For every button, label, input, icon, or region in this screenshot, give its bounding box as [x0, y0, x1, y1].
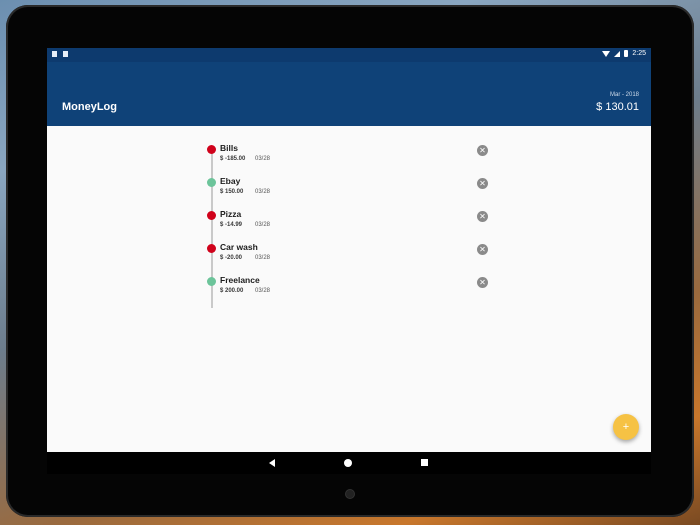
app-screen: 2:25 MoneyLog Mar - 2018 $ 130.01 Bills … [47, 48, 651, 474]
transaction-amount: $ -20.00 [220, 255, 243, 261]
sd-card-icon [52, 51, 57, 57]
app-bar: MoneyLog Mar - 2018 $ 130.01 [47, 62, 651, 126]
remove-icon[interactable]: ✕ [477, 277, 488, 288]
transaction-item[interactable]: Ebay $ 150.00 03/28 ✕ [205, 173, 495, 206]
transaction-name: Bills [220, 143, 238, 153]
month-label: Mar - 2018 [609, 92, 639, 98]
transaction-date: 03/28 [255, 255, 271, 261]
front-camera-icon [346, 490, 354, 498]
battery-icon [624, 50, 629, 57]
transaction-date: 03/28 [255, 189, 271, 195]
back-icon[interactable] [269, 459, 275, 467]
signal-icon [614, 50, 621, 57]
remove-icon[interactable]: ✕ [477, 244, 488, 255]
transaction-amount: $ 200.00 [220, 288, 244, 294]
transaction-date: 03/28 [255, 288, 271, 294]
transaction-name: Ebay [220, 176, 241, 186]
notification-icon [63, 51, 68, 57]
notification-icons [52, 51, 68, 57]
transaction-name: Pizza [220, 209, 242, 219]
transaction-item[interactable]: Freelance $ 200.00 03/28 ✕ [205, 272, 495, 305]
plus-icon: + [622, 421, 630, 433]
transaction-amount: $ -14.99 [220, 222, 243, 228]
transaction-list: Bills $ -185.00 03/28 ✕ Ebay $ 150.00 03… [205, 140, 495, 310]
transaction-date: 03/28 [255, 222, 271, 228]
status-bar: 2:25 [47, 48, 651, 62]
remove-icon[interactable]: ✕ [477, 145, 488, 156]
remove-icon[interactable]: ✕ [477, 211, 488, 222]
income-dot-icon [207, 277, 216, 286]
recent-apps-icon[interactable] [421, 459, 428, 466]
expense-dot-icon [207, 244, 216, 253]
transaction-date: 03/28 [255, 156, 271, 162]
home-icon[interactable] [344, 459, 352, 467]
wifi-icon [602, 50, 611, 57]
transaction-name: Freelance [220, 275, 260, 285]
app-title: MoneyLog [62, 101, 117, 113]
income-dot-icon [207, 178, 216, 187]
expense-dot-icon [207, 211, 216, 220]
android-nav-bar [47, 452, 651, 474]
transaction-amount: $ -185.00 [220, 156, 246, 162]
expense-dot-icon [207, 145, 216, 154]
balance-total: $ 130.01 [596, 101, 639, 113]
add-transaction-button[interactable]: + [613, 414, 639, 440]
transaction-item[interactable]: Pizza $ -14.99 03/28 ✕ [205, 206, 495, 239]
status-time: 2:25 [632, 50, 646, 57]
remove-icon[interactable]: ✕ [477, 178, 488, 189]
system-icons: 2:25 [602, 50, 646, 57]
transaction-item[interactable]: Car wash $ -20.00 03/28 ✕ [205, 239, 495, 272]
transaction-name: Car wash [220, 242, 258, 252]
transaction-item[interactable]: Bills $ -185.00 03/28 ✕ [205, 140, 495, 173]
transaction-amount: $ 150.00 [220, 189, 244, 195]
